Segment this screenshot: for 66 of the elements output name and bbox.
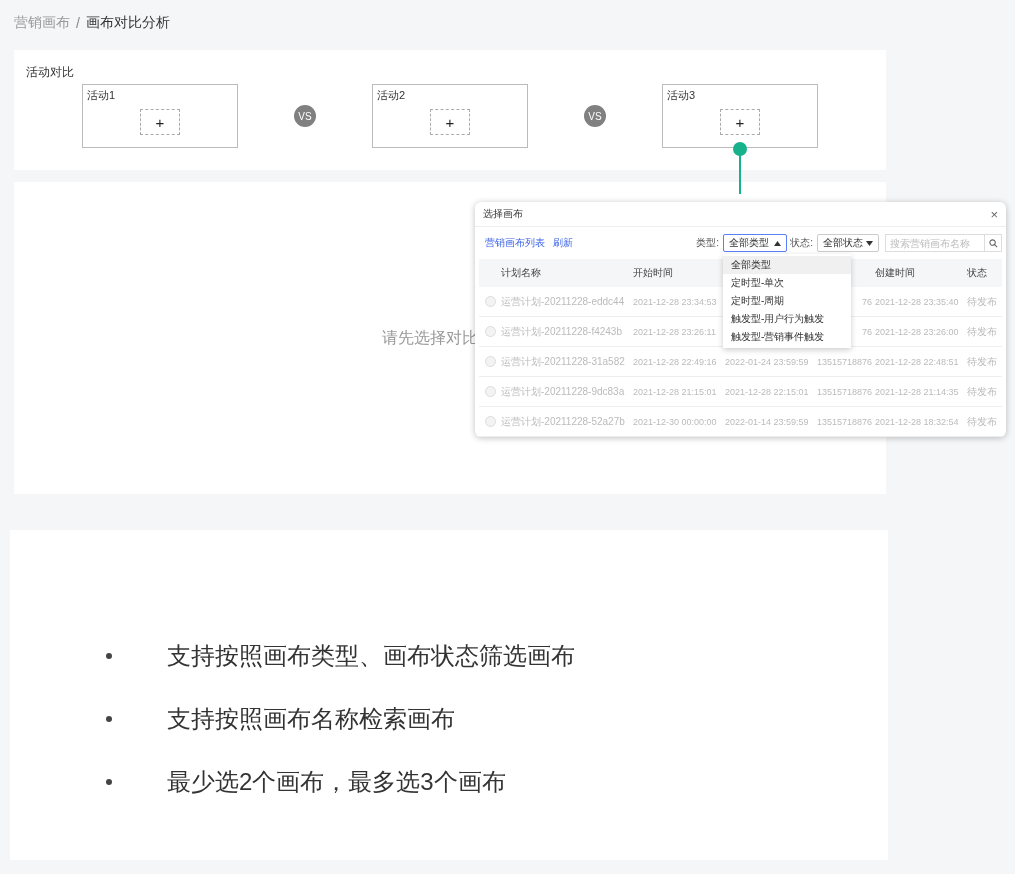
slot-label: 活动3 [667, 88, 696, 103]
column-header: 创建时间 [875, 267, 915, 278]
table-cell: 76 [862, 296, 872, 307]
vs-badge: VS [294, 105, 316, 127]
breadcrumb-separator: / [76, 15, 80, 31]
caret-down-icon [866, 240, 873, 246]
table-cell: 待发布 [967, 385, 997, 397]
toolbar-link[interactable]: 营销画布列表 [485, 236, 545, 250]
table-cell: 2021-12-28 21:14:35 [875, 386, 959, 397]
bullet-text: 支持按照画布类型、画布状态筛选画布 [167, 640, 575, 671]
dialog-title: 选择画布 [483, 207, 523, 221]
status-select[interactable]: 全部状态 [817, 234, 879, 252]
column-header: 计划名称 [501, 267, 541, 278]
bullet-text: 支持按照画布名称检索画布 [167, 703, 455, 734]
table-cell: 2021-12-28 22:15:01 [725, 386, 809, 397]
dropdown-option[interactable]: 触发型-营销事件触发 [723, 328, 851, 346]
table-cell: 2021-12-28 21:15:01 [633, 386, 717, 397]
table-cell: 2021-12-28 22:48:51 [875, 356, 959, 367]
table-cell: 13515718876 [817, 386, 873, 397]
toolbar-link[interactable]: 刷新 [553, 236, 573, 250]
section-title: 活动对比 [26, 64, 75, 80]
add-button[interactable]: + [140, 109, 180, 135]
table-cell: 2022-01-24 23:59:59 [725, 356, 809, 367]
radio-button[interactable] [485, 326, 496, 338]
dropdown-option[interactable]: 全部类型 [723, 256, 851, 274]
column-header: 状态 [967, 267, 987, 278]
table-cell: 13515718876 [817, 416, 873, 427]
column-header: 开始时间 [633, 267, 673, 278]
table-cell: 待发布 [967, 325, 997, 337]
filter-label: 类型: [695, 236, 720, 250]
radio-button[interactable] [485, 386, 496, 398]
search-icon [988, 238, 998, 248]
bullet-text: 最少选2个画布，最多选3个画布 [167, 766, 506, 797]
table-cell: 2021-12-30 00:00:00 [633, 416, 717, 427]
search-button[interactable] [984, 234, 1002, 252]
bullet-icon [106, 652, 112, 659]
caret-up-icon [774, 240, 781, 246]
radio-button[interactable] [485, 296, 496, 308]
dropdown-option[interactable]: 触发型-用户行为触发 [723, 310, 851, 328]
table-cell: 2021-12-28 23:26:00 [875, 326, 959, 337]
vs-badge: VS [584, 105, 606, 127]
table-cell: 2021-12-28 22:49:16 [633, 356, 717, 367]
close-icon[interactable]: × [990, 206, 998, 222]
breadcrumb-item: 画布对比分析 [85, 14, 170, 32]
table-cell: 2021-12-28 23:34:53 [633, 296, 717, 307]
bullet-icon [106, 778, 112, 785]
table-cell: 2021-12-28 23:26:11 [633, 326, 716, 337]
bullet-icon [106, 715, 112, 722]
slot-label: 活动2 [377, 88, 406, 103]
dropdown-option[interactable]: 定时型-周期 [723, 292, 851, 310]
slot-label: 活动1 [87, 88, 116, 103]
type-select[interactable]: 全部类型 [723, 234, 787, 252]
table-cell: 待发布 [967, 355, 997, 367]
table-cell: 76 [862, 326, 872, 337]
filter-label: 状态: [789, 236, 814, 250]
table-cell: 13515718876 [817, 356, 873, 367]
radio-button[interactable] [485, 356, 496, 368]
table-cell: 2021-12-28 18:32:54 [875, 416, 959, 427]
table-cell: 待发布 [967, 295, 997, 307]
radio-button[interactable] [485, 416, 496, 428]
table-cell: 2021-12-28 23:35:40 [875, 296, 959, 307]
add-button[interactable]: + [430, 109, 470, 135]
dropdown-option[interactable]: 定时型-单次 [723, 274, 851, 292]
table-cell: 2022-01-14 23:59:59 [725, 416, 809, 427]
table-cell: 待发布 [967, 415, 997, 427]
add-button[interactable]: + [720, 109, 760, 135]
